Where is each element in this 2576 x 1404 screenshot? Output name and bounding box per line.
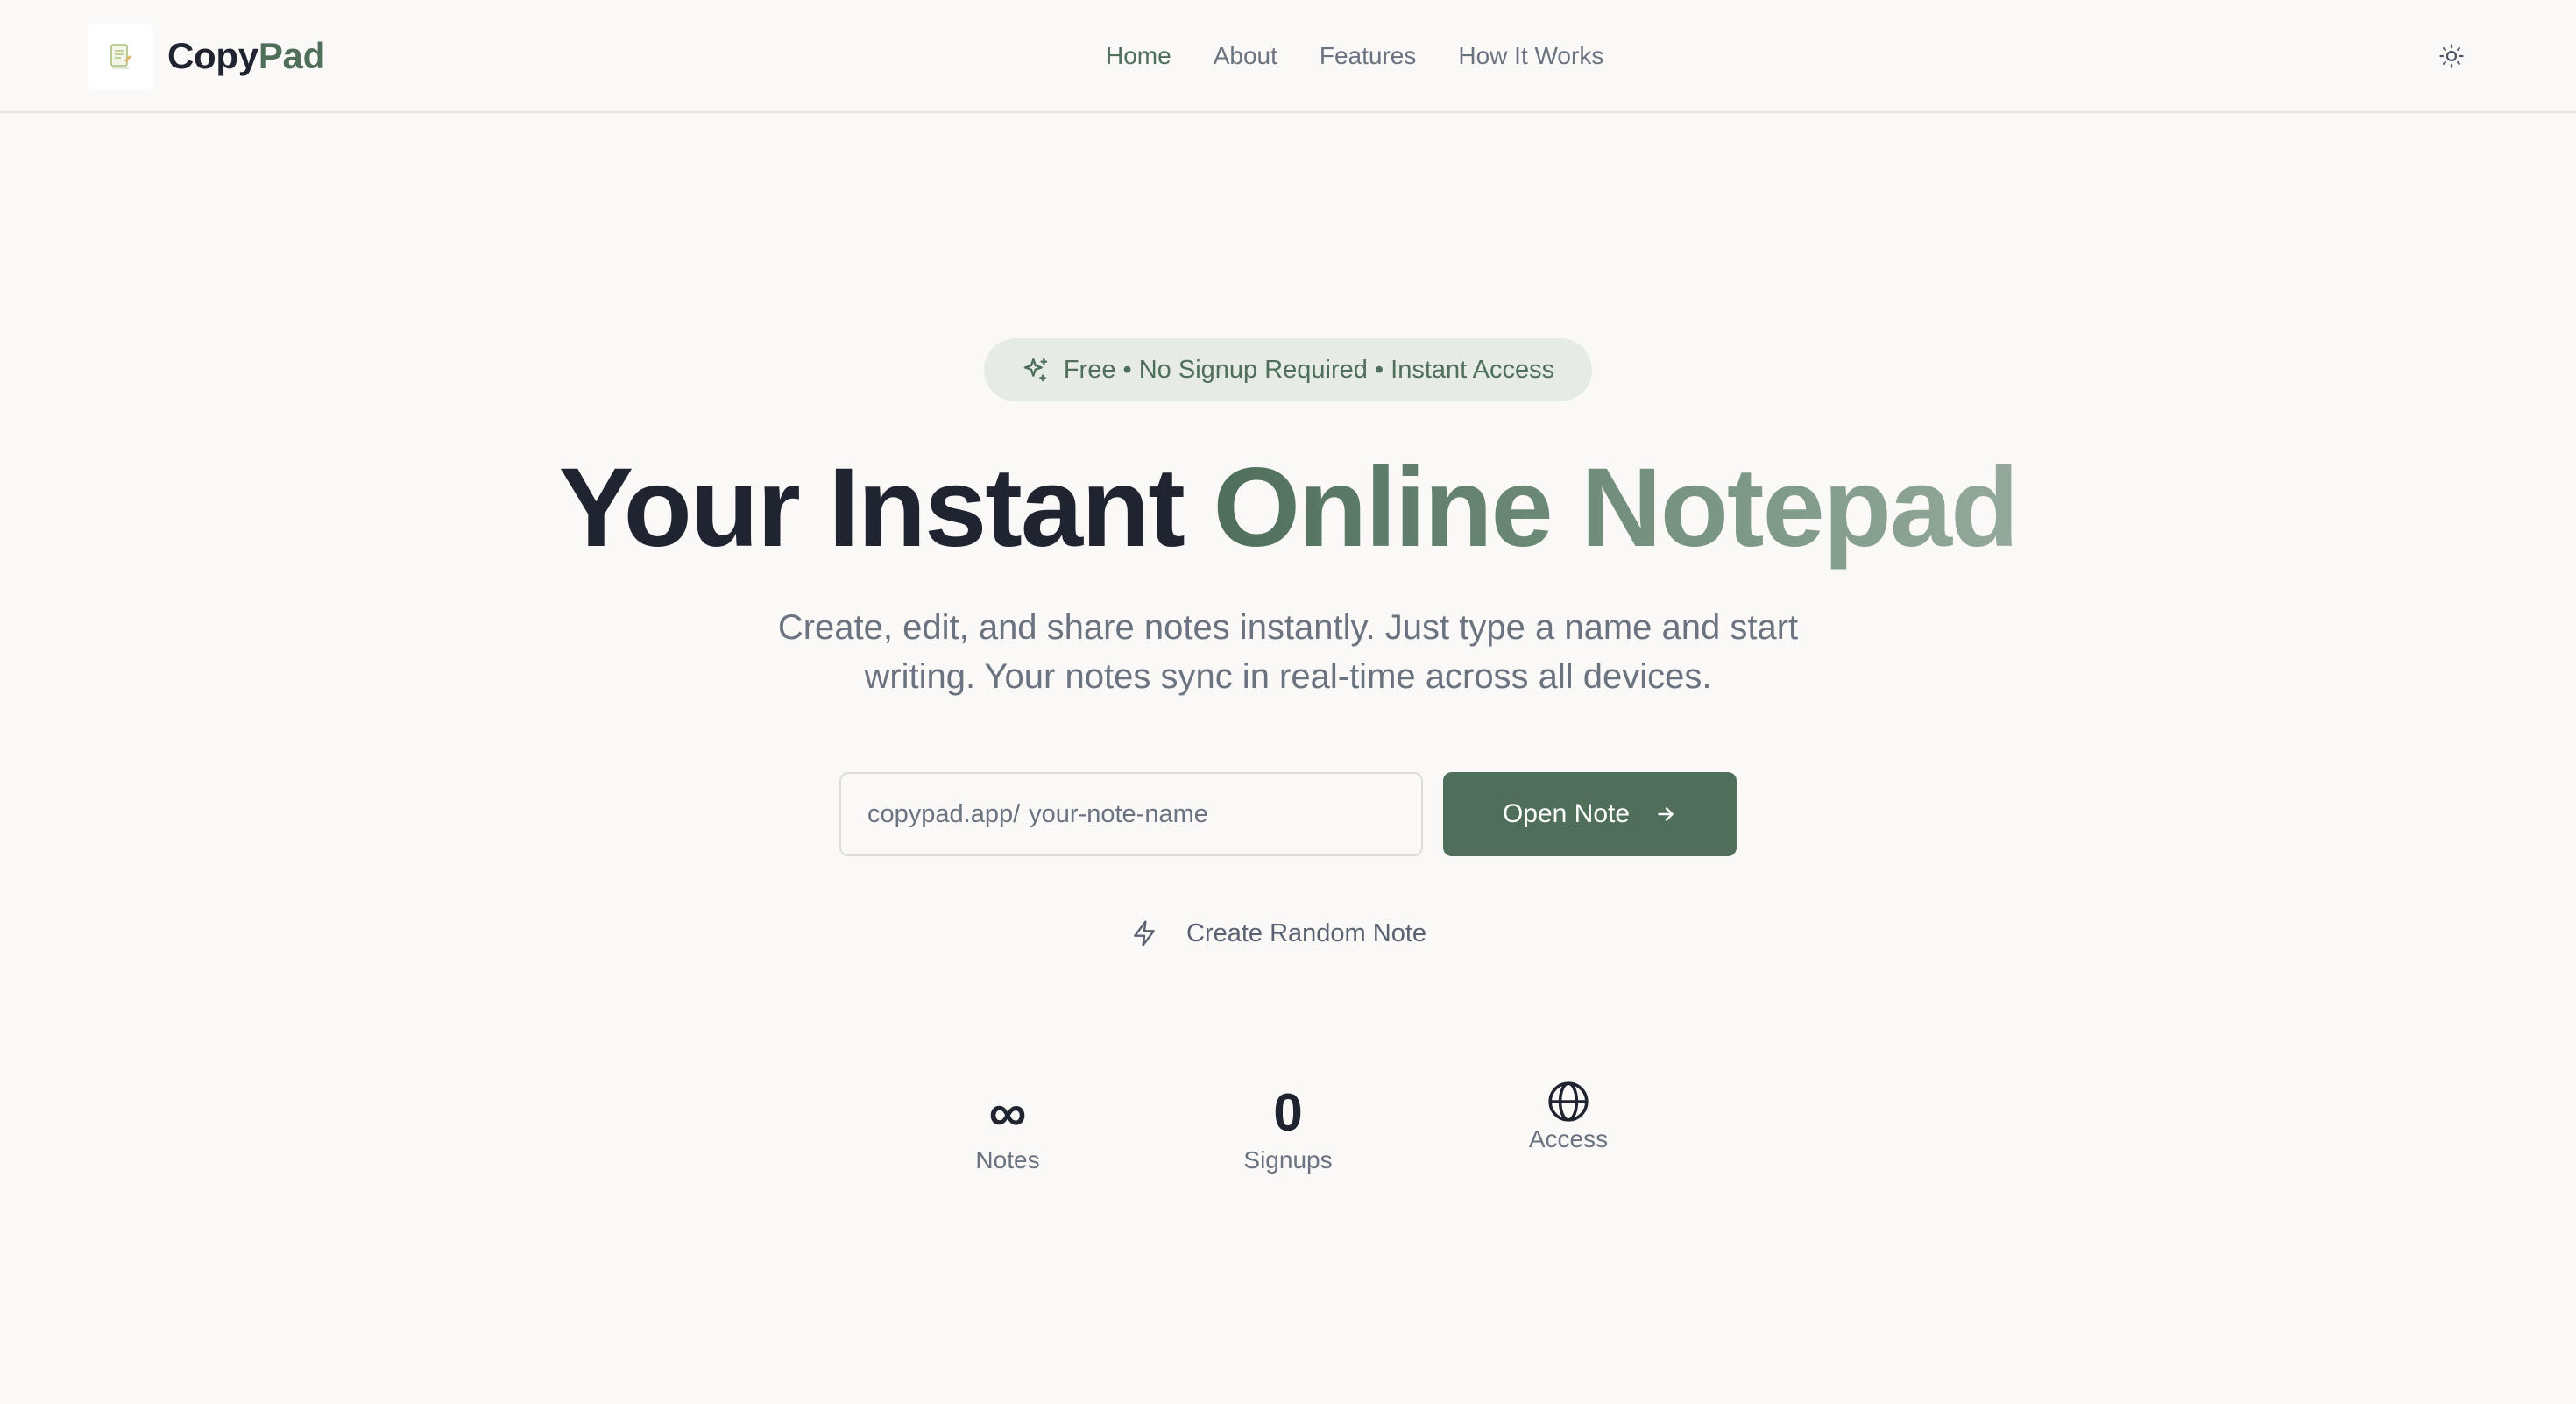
- badge-text: Free • No Signup Required • Instant Acce…: [1063, 355, 1555, 384]
- open-note-button[interactable]: Open Note: [1443, 772, 1737, 856]
- nav-link-about[interactable]: About: [1214, 42, 1277, 70]
- title-part-2-highlight: Online Notepad: [1213, 445, 2019, 571]
- stat-access: Access: [1463, 1078, 1674, 1153]
- nav-link-features[interactable]: Features: [1320, 42, 1417, 70]
- notepad-icon: [88, 24, 153, 89]
- stat-signups-value: 0: [1273, 1083, 1303, 1142]
- nav-link-home[interactable]: Home: [1106, 42, 1171, 70]
- stat-notes-label: Notes: [975, 1146, 1040, 1174]
- theme-toggle-button[interactable]: [2431, 35, 2473, 77]
- stat-access-label: Access: [1528, 1125, 1609, 1152]
- stat-signups: 0 Signups: [1183, 1080, 1393, 1174]
- top-navbar: Copy Pad Home About Features How It Works: [0, 0, 2576, 113]
- sparkles-icon: [1022, 356, 1050, 384]
- create-random-note-label: Create Random Note: [1186, 918, 1427, 947]
- brand-name-copy: Copy: [167, 35, 258, 76]
- stat-signups-label: Signups: [1243, 1146, 1333, 1174]
- arrow-right-icon: [1654, 803, 1677, 826]
- stat-notes-value: ∞: [988, 1083, 1027, 1142]
- brand-logo-link[interactable]: Copy Pad: [88, 23, 325, 89]
- hero-subtitle: Create, edit, and share notes instantly.…: [777, 608, 1799, 696]
- brand-name: Copy Pad: [167, 35, 325, 77]
- note-name-input[interactable]: [1029, 775, 1421, 854]
- feature-badge: Free • No Signup Required • Instant Acce…: [984, 338, 1592, 401]
- lightning-icon: [1130, 919, 1158, 947]
- note-name-field: copypad.app/: [839, 772, 1423, 856]
- main-nav: Home About Features How It Works: [1106, 35, 1603, 77]
- stat-notes: ∞ Notes: [902, 1080, 1113, 1174]
- sun-icon: [2438, 43, 2465, 69]
- brand-name-pad: Pad: [258, 35, 325, 76]
- nav-link-how-it-works[interactable]: How It Works: [1458, 42, 1603, 70]
- title-part-1: Your Instant: [558, 445, 1185, 571]
- page-title: Your Instant Online Notepad: [0, 438, 2576, 578]
- open-note-label: Open Note: [1502, 799, 1631, 828]
- url-prefix: copypad.app/: [867, 799, 1021, 828]
- globe-icon: [1463, 1078, 1674, 1125]
- create-random-note-button[interactable]: Create Random Note: [1130, 911, 1446, 955]
